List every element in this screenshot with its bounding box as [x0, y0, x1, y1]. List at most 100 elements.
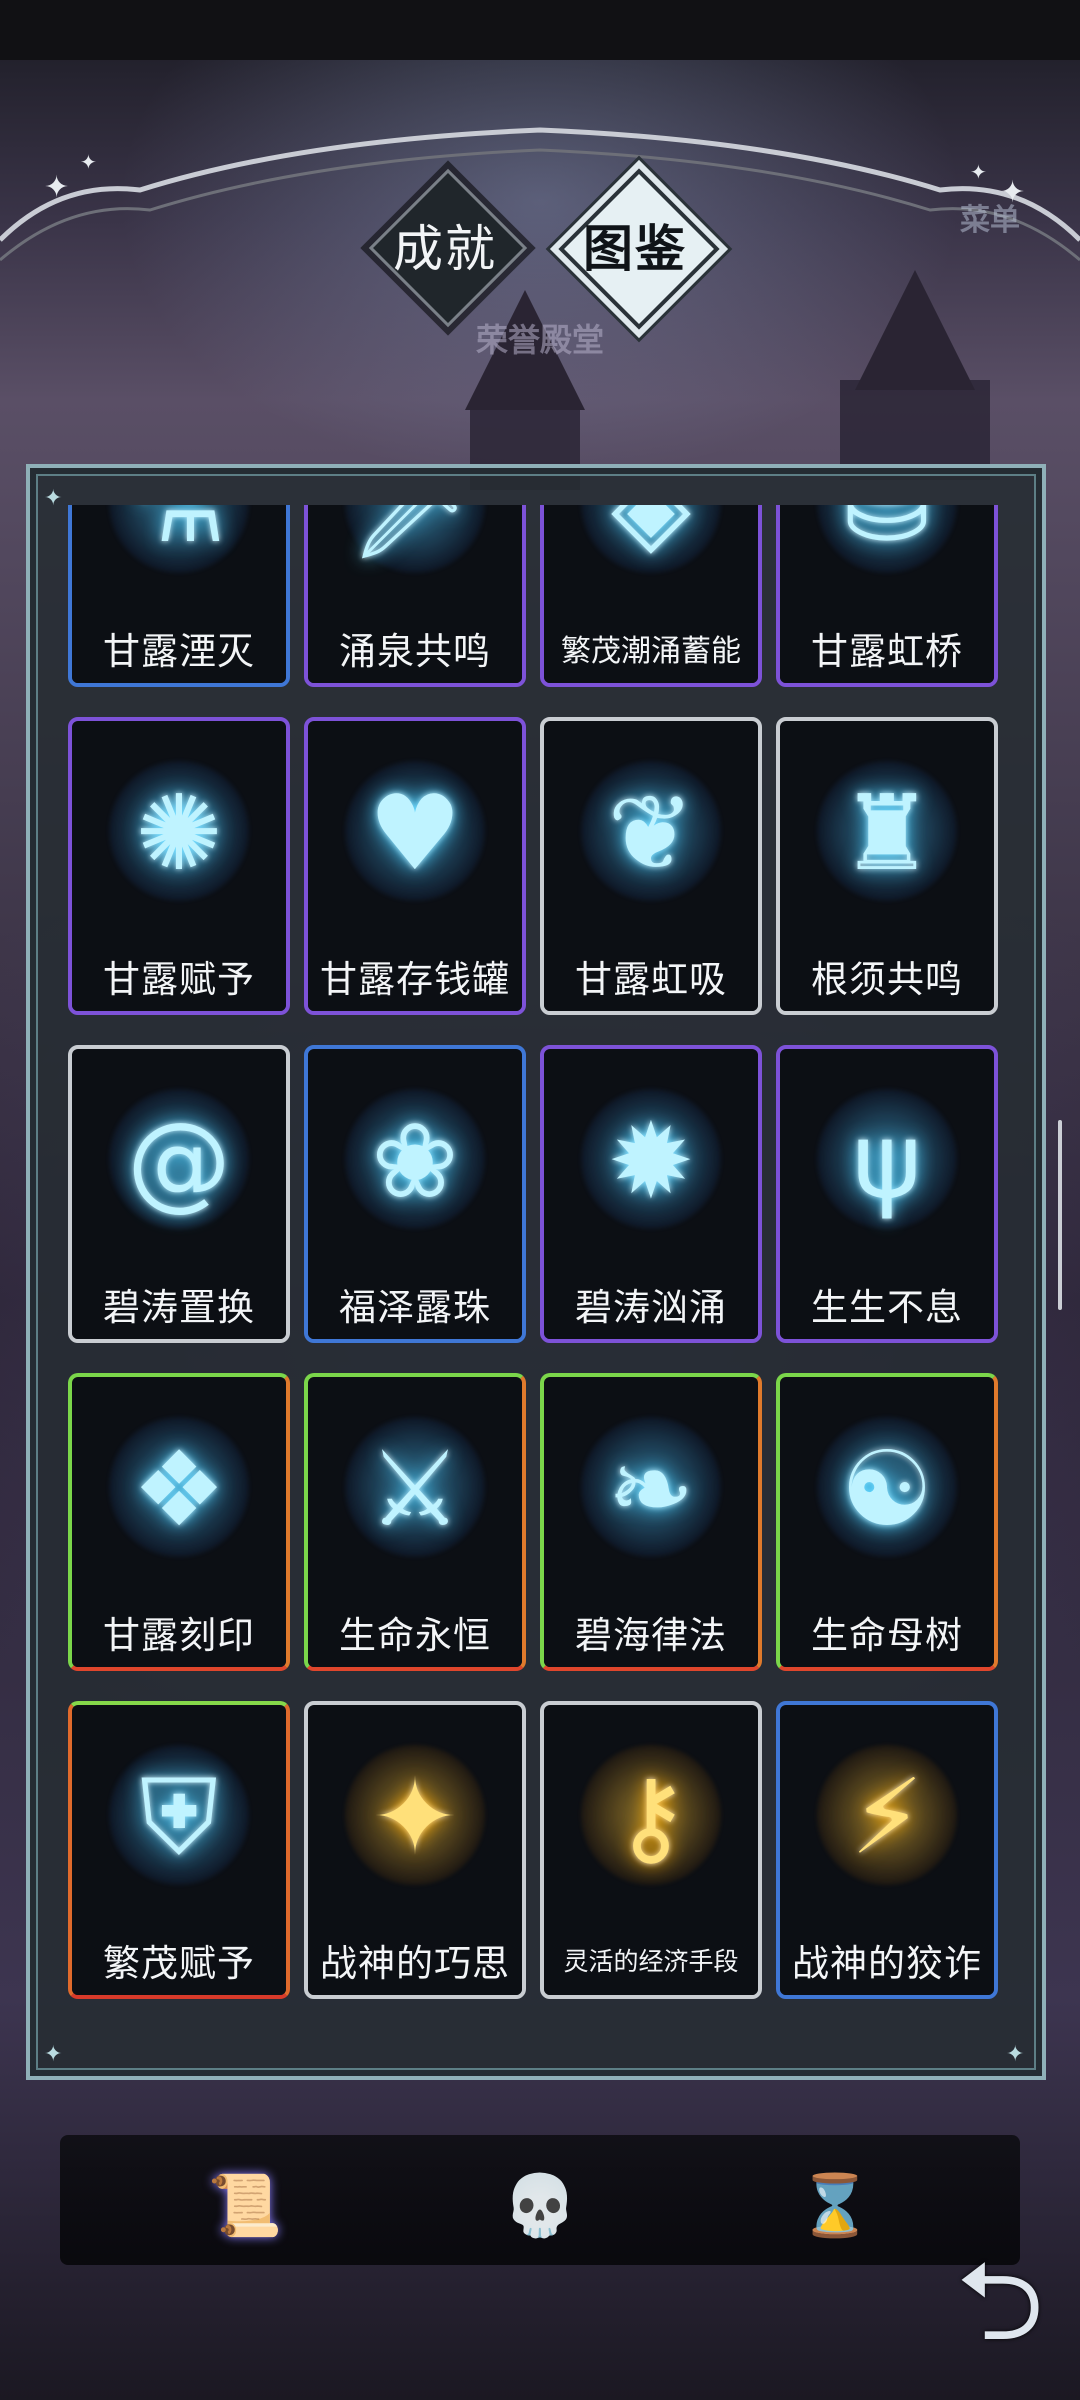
card-art: ♥ — [308, 721, 522, 945]
card-name: 福泽露珠 — [308, 1269, 522, 1339]
scrollbar[interactable] — [1058, 1120, 1062, 1310]
card-art: ψ — [780, 1049, 994, 1273]
heart-drop-icon: ♥ — [368, 772, 462, 894]
card-name: 生命母树 — [780, 1597, 994, 1667]
collection-card[interactable]: ⚷ 灵活的经济手段 — [540, 1701, 762, 1999]
card-art: ⛨ — [72, 1705, 286, 1929]
card-name: 生生不息 — [780, 1269, 994, 1339]
card-name: 甘露赋予 — [72, 941, 286, 1011]
card-name: 根须共鸣 — [780, 941, 994, 1011]
collection-card[interactable]: ❧ 碧海律法 — [540, 1373, 762, 1671]
collection-card[interactable]: ♥ 甘露存钱罐 — [304, 717, 526, 1015]
card-art: ◈ — [544, 505, 758, 617]
skull-icon: 💀 — [502, 2170, 578, 2241]
collection-card[interactable]: ❖ 甘露刻印 — [68, 1373, 290, 1671]
collection-card[interactable]: ⚔ 生命永恒 — [304, 1373, 526, 1671]
card-name: 繁茂赋予 — [72, 1925, 286, 1995]
collection-card[interactable]: @ 碧涛置换 — [68, 1045, 290, 1343]
golden-key-ring-icon: ⚷ — [612, 1756, 690, 1878]
scroll-icon: 📜 — [207, 2170, 283, 2241]
card-name: 战神的狡诈 — [780, 1925, 994, 1995]
card-name: 生命永恒 — [308, 1597, 522, 1667]
collection-card[interactable]: ⚗ 甘露湮灭 — [68, 505, 290, 687]
card-art: @ — [72, 1049, 286, 1273]
lightning-sword-icon: ⚡ — [850, 1756, 924, 1878]
collection-card[interactable]: ✹ 碧涛汹涌 — [540, 1045, 762, 1343]
orbit-orb-icon: ☯ — [840, 1428, 934, 1550]
card-name: 甘露虹吸 — [544, 941, 758, 1011]
crystal-sword-icon: ⚔ — [368, 1428, 462, 1550]
card-name: 甘露虹桥 — [780, 613, 994, 683]
trident-swirl-icon: ψ — [852, 1100, 922, 1222]
sprout-hands-icon: ❧ — [607, 1428, 695, 1550]
collection-card[interactable]: ♜ 根须共鸣 — [776, 717, 998, 1015]
card-name: 碧涛置换 — [72, 1269, 286, 1339]
sword-swirl-icon: 🗡 — [348, 505, 482, 566]
card-name: 涌泉共鸣 — [308, 613, 522, 683]
card-art: ☯ — [780, 1377, 994, 1601]
nav-hourglass-button[interactable]: ⌛ — [790, 2160, 880, 2250]
collection-card[interactable]: ◈ 繁茂潮涌蓄能 — [540, 505, 762, 687]
collection-card[interactable]: ⚡ 战神的狡诈 — [776, 1701, 998, 1999]
panel-corner-icon: ✦ — [1006, 2042, 1025, 2067]
card-art: ⚔ — [308, 1377, 522, 1601]
card-name: 灵活的经济手段 — [544, 1925, 758, 1995]
card-art: ✺ — [72, 721, 286, 945]
winged-halo-icon: ❖ — [132, 1428, 226, 1550]
card-art: ❀ — [308, 1049, 522, 1273]
golden-vortex-icon: ✦ — [371, 1756, 459, 1878]
card-grid-viewport[interactable]: ⚗ 甘露湮灭 🗡 涌泉共鸣 ◈ 繁茂潮涌蓄能 ⛁ 甘露虹桥 ✺ 甘露赋予 ♥ 甘露存钱罐 ❦ 甘露虹吸 ♜ 根… — [44, 505, 1038, 2035]
collection-card[interactable]: ☯ 生命母树 — [776, 1373, 998, 1671]
collection-card[interactable]: ⛁ 甘露虹桥 — [776, 505, 998, 687]
card-name: 甘露湮灭 — [72, 613, 286, 683]
collection-card[interactable]: ✦ 战神的巧思 — [304, 1701, 526, 1999]
card-art: ♜ — [780, 721, 994, 945]
tab-collection[interactable]: 图鉴 — [558, 168, 720, 330]
card-name: 战神的巧思 — [308, 1925, 522, 1995]
collection-card[interactable]: ✺ 甘露赋予 — [68, 717, 290, 1015]
card-art: ❦ — [544, 721, 758, 945]
crystal-orb-icon: ◈ — [611, 505, 691, 566]
card-name: 甘露存钱罐 — [308, 941, 522, 1011]
card-art: ⛁ — [780, 505, 994, 617]
whirlpool-icon: @ — [127, 1100, 231, 1222]
splash-orb-icon: ✹ — [607, 1100, 695, 1222]
card-art: ✹ — [544, 1049, 758, 1273]
card-art: ⚡ — [780, 1705, 994, 1929]
card-art: ⚷ — [544, 1705, 758, 1929]
coin-jar-icon: ⛁ — [843, 505, 931, 566]
collection-card[interactable]: ❀ 福泽露珠 — [304, 1045, 526, 1343]
crystal-vial-icon: ⚗ — [132, 505, 226, 566]
card-name: 甘露刻印 — [72, 1597, 286, 1667]
flame-helmet-icon: ♜ — [840, 772, 934, 894]
collection-screen: ✦ ✦ ✦ ✦ 菜单 成就 图鉴 荣誉殿堂 ✦ ✦ ✦ ⚗ 甘露湮灭 🗡 涌泉共鸣 ◈ 繁… — [0, 0, 1080, 2400]
nav-scroll-button[interactable]: 📜 — [200, 2160, 290, 2250]
tab-bar: 成就 图鉴 — [0, 168, 1080, 330]
card-art: 🗡 — [308, 505, 522, 617]
status-bar — [0, 0, 1080, 60]
tab-achievements-label: 成就 — [393, 220, 497, 278]
laurel-wreath-icon: ❀ — [371, 1100, 459, 1222]
nav-skull-button[interactable]: 💀 — [495, 2160, 585, 2250]
panel-corner-icon: ✦ — [44, 2042, 63, 2067]
hourglass-icon: ⌛ — [797, 2170, 873, 2241]
collection-card[interactable]: ψ 生生不息 — [776, 1045, 998, 1343]
card-name: 碧海律法 — [544, 1597, 758, 1667]
hall-of-honor-subtitle: 荣誉殿堂 — [475, 321, 604, 359]
collection-card[interactable]: ⛨ 繁茂赋予 — [68, 1701, 290, 1999]
card-art: ⚗ — [72, 505, 286, 617]
return-arrow-icon: ⮌ — [955, 2236, 1045, 2365]
card-art: ❧ — [544, 1377, 758, 1601]
collection-card[interactable]: 🗡 涌泉共鸣 — [304, 505, 526, 687]
water-lotus-icon: ❦ — [607, 772, 695, 894]
card-name: 繁茂潮涌蓄能 — [544, 613, 758, 683]
card-art: ✦ — [308, 1705, 522, 1929]
card-name: 碧涛汹涌 — [544, 1269, 758, 1339]
knight-shield-icon: ⛨ — [139, 1756, 218, 1878]
collection-card[interactable]: ❦ 甘露虹吸 — [540, 717, 762, 1015]
tab-achievements[interactable]: 成就 — [368, 168, 528, 328]
tab-collection-label: 图鉴 — [583, 220, 687, 278]
back-button[interactable]: ⮌ — [940, 2237, 1060, 2375]
card-art: ❖ — [72, 1377, 286, 1601]
vortex-shield-icon: ✺ — [135, 772, 223, 894]
